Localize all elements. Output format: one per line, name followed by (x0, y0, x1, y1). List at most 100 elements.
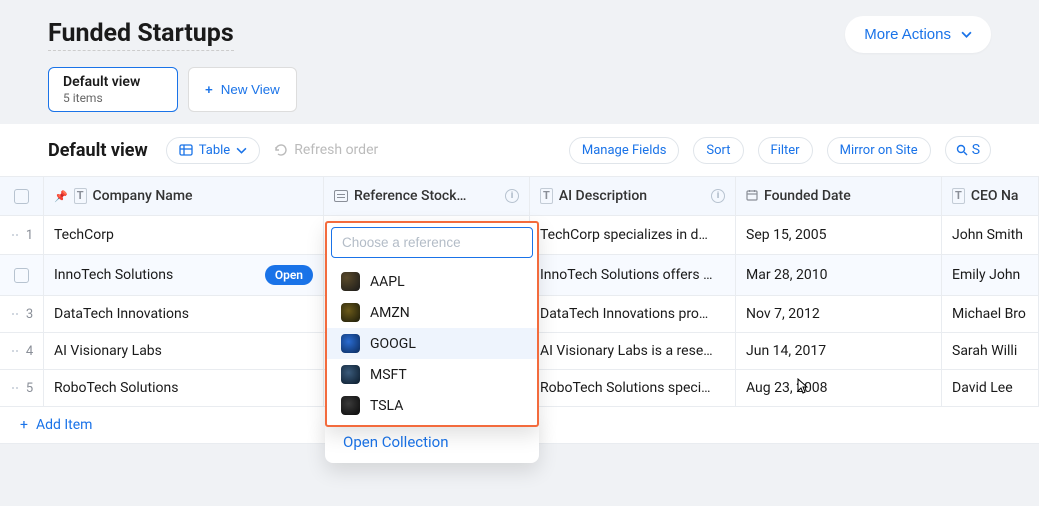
cell-ceo[interactable]: Michael Bro (942, 296, 1039, 332)
dropdown-option[interactable]: AMZN (327, 297, 537, 328)
plus-icon: + (205, 82, 213, 97)
text-type-icon: T (74, 188, 87, 203)
dropdown-list: AAPL AMZN GOOGL MSFT TSLA (327, 262, 537, 425)
dropdown-option[interactable]: GOOGL (327, 328, 537, 359)
row-number: 4 (0, 333, 44, 369)
row-number: 1 (0, 216, 44, 254)
more-actions-button[interactable]: More Actions (845, 16, 991, 53)
col-label: CEO Na (971, 188, 1019, 204)
cell-founded[interactable]: Nov 7, 2012 (736, 296, 942, 332)
chevron-down-icon (236, 145, 247, 156)
select-all-checkbox[interactable] (14, 189, 29, 204)
toolbar-view-name: Default view (48, 140, 148, 161)
table-icon (179, 143, 193, 157)
more-actions-label: More Actions (864, 26, 951, 43)
page-title: Funded Startups (48, 19, 234, 51)
reference-search-input[interactable] (342, 235, 519, 250)
refresh-order-button[interactable]: Refresh order (274, 142, 378, 158)
cell-founded[interactable]: Sep 15, 2005 (736, 216, 942, 254)
cell-company[interactable]: TechCorp (44, 216, 324, 254)
col-label: Company Name (93, 188, 193, 204)
view-count: 5 items (63, 91, 163, 105)
num: 3 (26, 307, 33, 322)
calendar-icon (746, 189, 758, 204)
cell-founded[interactable]: Aug 23, 2008 (736, 370, 942, 406)
cell-description[interactable]: DataTech Innovations pro… (530, 296, 736, 332)
row-number: 3 (0, 296, 44, 332)
open-collection-button[interactable]: Open Collection (325, 421, 539, 463)
toolbar: Default view Table Refresh order Manage … (0, 124, 1039, 177)
num: 1 (26, 228, 33, 243)
sort-button[interactable]: Sort (693, 137, 743, 164)
new-view-button[interactable]: + New View (188, 67, 297, 112)
reference-dropdown: AAPL AMZN GOOGL MSFT TSLA (325, 221, 539, 427)
cell-company[interactable]: InnoTech Solutions Open (44, 255, 324, 295)
dropdown-option[interactable]: TSLA (327, 390, 537, 421)
search-icon (956, 144, 968, 156)
select-all-cell (0, 177, 44, 215)
info-icon[interactable]: i (505, 189, 519, 203)
views-row: Default view 5 items + New View (48, 67, 991, 112)
col-founded[interactable]: Founded Date (736, 177, 942, 215)
col-ceo[interactable]: T CEO Na (942, 177, 1039, 215)
num: 5 (26, 381, 33, 396)
cell-company[interactable]: DataTech Innovations (44, 296, 324, 332)
view-type-label: Table (199, 143, 230, 158)
cell-founded[interactable]: Jun 14, 2017 (736, 333, 942, 369)
row-select-cell (0, 255, 44, 295)
reference-icon (334, 190, 348, 202)
refresh-icon (274, 143, 288, 157)
drag-handle-icon[interactable] (10, 313, 20, 315)
col-description[interactable]: T AI Description i (530, 177, 736, 215)
mirror-button[interactable]: Mirror on Site (827, 137, 931, 164)
title-row: Funded Startups More Actions (48, 16, 991, 53)
col-company[interactable]: 📌 T Company Name (44, 177, 324, 215)
info-icon[interactable]: i (711, 189, 725, 203)
cell-ceo[interactable]: David Lee (942, 370, 1039, 406)
view-name: Default view (63, 74, 163, 90)
stock-thumb-icon (341, 303, 360, 322)
cell-description[interactable]: AI Visionary Labs is a rese… (530, 333, 736, 369)
col-label: AI Description (559, 188, 647, 204)
stock-thumb-icon (341, 396, 360, 415)
filter-button[interactable]: Filter (758, 137, 813, 164)
cell-ceo[interactable]: John Smith (942, 216, 1039, 254)
drag-handle-icon[interactable] (10, 234, 20, 236)
reference-input-wrap[interactable] (331, 227, 533, 258)
stock-thumb-icon (341, 272, 360, 291)
dropdown-option[interactable]: MSFT (327, 359, 537, 390)
table-header: 📌 T Company Name Reference Stock… i T AI… (0, 177, 1039, 216)
stock-thumb-icon (341, 365, 360, 384)
open-row-button[interactable]: Open (265, 265, 313, 285)
text-type-icon: T (540, 188, 553, 203)
default-view-card[interactable]: Default view 5 items (48, 67, 178, 112)
manage-fields-button[interactable]: Manage Fields (569, 137, 680, 164)
row-number: 5 (0, 370, 44, 406)
drag-handle-icon[interactable] (10, 387, 20, 389)
col-label: Reference Stock… (354, 188, 466, 204)
col-label: Founded Date (764, 188, 851, 204)
cell-description[interactable]: RoboTech Solutions speci… (530, 370, 736, 406)
new-view-label: New View (221, 82, 280, 97)
search-button[interactable]: S (945, 136, 991, 164)
num: 4 (26, 344, 33, 359)
cell-company[interactable]: AI Visionary Labs (44, 333, 324, 369)
table: 📌 T Company Name Reference Stock… i T AI… (0, 177, 1039, 444)
pin-icon: 📌 (54, 190, 68, 203)
cell-ceo[interactable]: Sarah Willi (942, 333, 1039, 369)
row-checkbox[interactable] (14, 268, 29, 283)
cell-company[interactable]: RoboTech Solutions (44, 370, 324, 406)
drag-handle-icon[interactable] (10, 350, 20, 352)
cell-ceo[interactable]: Emily John (942, 255, 1039, 295)
cell-founded[interactable]: Mar 28, 2010 (736, 255, 942, 295)
dropdown-option[interactable]: AAPL (327, 266, 537, 297)
cell-description[interactable]: TechCorp specializes in d… (530, 216, 736, 254)
chevron-down-icon (961, 29, 972, 40)
refresh-label: Refresh order (294, 142, 378, 158)
header: Funded Startups More Actions Default vie… (0, 0, 1039, 124)
view-type-selector[interactable]: Table (166, 137, 260, 164)
col-reference[interactable]: Reference Stock… i (324, 177, 530, 215)
add-item-label: Add Item (36, 417, 93, 433)
cell-description[interactable]: InnoTech Solutions offers … (530, 255, 736, 295)
search-hint: S (972, 142, 980, 158)
